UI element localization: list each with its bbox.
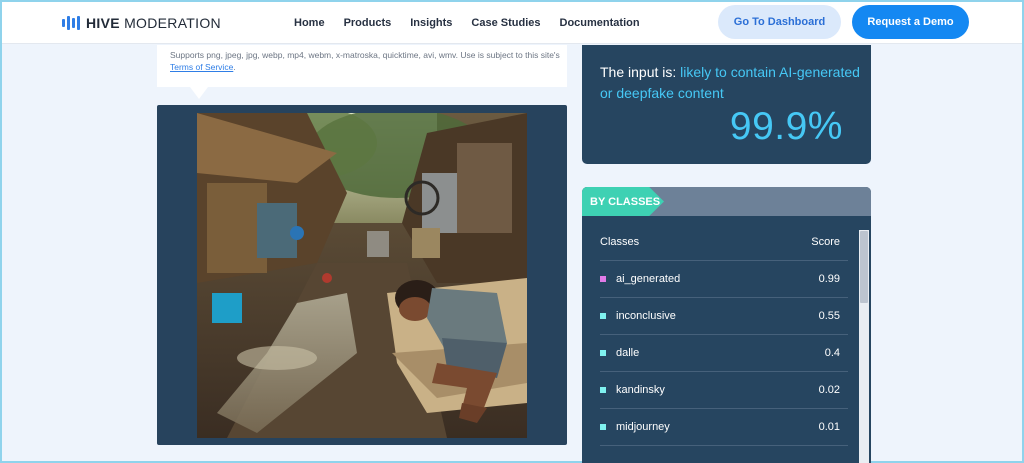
- class-name: dalle: [616, 347, 640, 359]
- tab-by-classes[interactable]: BY CLASSES: [582, 187, 664, 216]
- top-nav-bar: HIVE MODERATION Home Products Insights C…: [2, 2, 1022, 44]
- classes-card: BY CLASSES Classes Score ai_generated 0.…: [582, 187, 871, 463]
- table-row: dalle 0.4: [600, 335, 848, 372]
- class-color-swatch: [600, 387, 606, 393]
- logo-text: HIVE MODERATION: [86, 15, 221, 31]
- table-row: ai_generated 0.99: [600, 261, 848, 298]
- class-color-swatch: [600, 424, 606, 430]
- table-header: Classes Score: [600, 224, 848, 261]
- nav-documentation[interactable]: Documentation: [560, 17, 640, 29]
- nav-case-studies[interactable]: Case Studies: [471, 17, 540, 29]
- class-name: midjourney: [616, 421, 670, 433]
- class-name: inconclusive: [616, 310, 676, 322]
- class-score: 0.4: [824, 347, 840, 359]
- classes-scrollbar-thumb[interactable]: [860, 231, 868, 303]
- nav-insights[interactable]: Insights: [410, 17, 452, 29]
- uploaded-image: [197, 113, 527, 438]
- go-to-dashboard-button[interactable]: Go To Dashboard: [718, 5, 841, 39]
- hive-logo[interactable]: HIVE MODERATION: [62, 13, 221, 33]
- class-score: 0.02: [818, 384, 840, 396]
- uploaded-image-panel: [157, 105, 567, 445]
- col-header-classes: Classes: [600, 236, 640, 248]
- hive-logo-icon: [62, 16, 80, 30]
- classes-card-header: BY CLASSES: [582, 187, 871, 216]
- classes-table: Classes Score ai_generated 0.99 inconclu…: [600, 224, 848, 446]
- class-score: 0.01: [818, 421, 840, 433]
- info-box-pointer: [190, 87, 208, 99]
- class-color-swatch: [600, 276, 606, 282]
- class-color-swatch: [600, 350, 606, 356]
- terms-of-service-link[interactable]: Terms of Service: [170, 62, 233, 72]
- request-demo-button[interactable]: Request a Demo: [852, 5, 969, 39]
- confidence-percent: 99.9%: [729, 105, 843, 148]
- supported-formats-text: Supports png, jpeg, jpg, webp, mp4, webm…: [170, 50, 560, 72]
- table-row: midjourney 0.01: [600, 409, 848, 446]
- main-nav: Home Products Insights Case Studies Docu…: [294, 2, 659, 44]
- class-name: ai_generated: [616, 273, 681, 285]
- class-score: 0.99: [818, 273, 840, 285]
- class-color-swatch: [600, 313, 606, 319]
- table-row: kandinsky 0.02: [600, 372, 848, 409]
- col-header-score: Score: [811, 236, 840, 248]
- table-row: inconclusive 0.55: [600, 298, 848, 335]
- class-score: 0.55: [818, 310, 840, 322]
- nav-home[interactable]: Home: [294, 17, 325, 29]
- class-name: kandinsky: [616, 384, 665, 396]
- nav-products[interactable]: Products: [344, 17, 392, 29]
- result-verdict-text: The input is: likely to contain AI-gener…: [600, 64, 860, 101]
- upload-info-box: Supports png, jpeg, jpg, webp, mp4, webm…: [157, 45, 567, 87]
- detection-result-card: The input is: likely to contain AI-gener…: [582, 45, 871, 164]
